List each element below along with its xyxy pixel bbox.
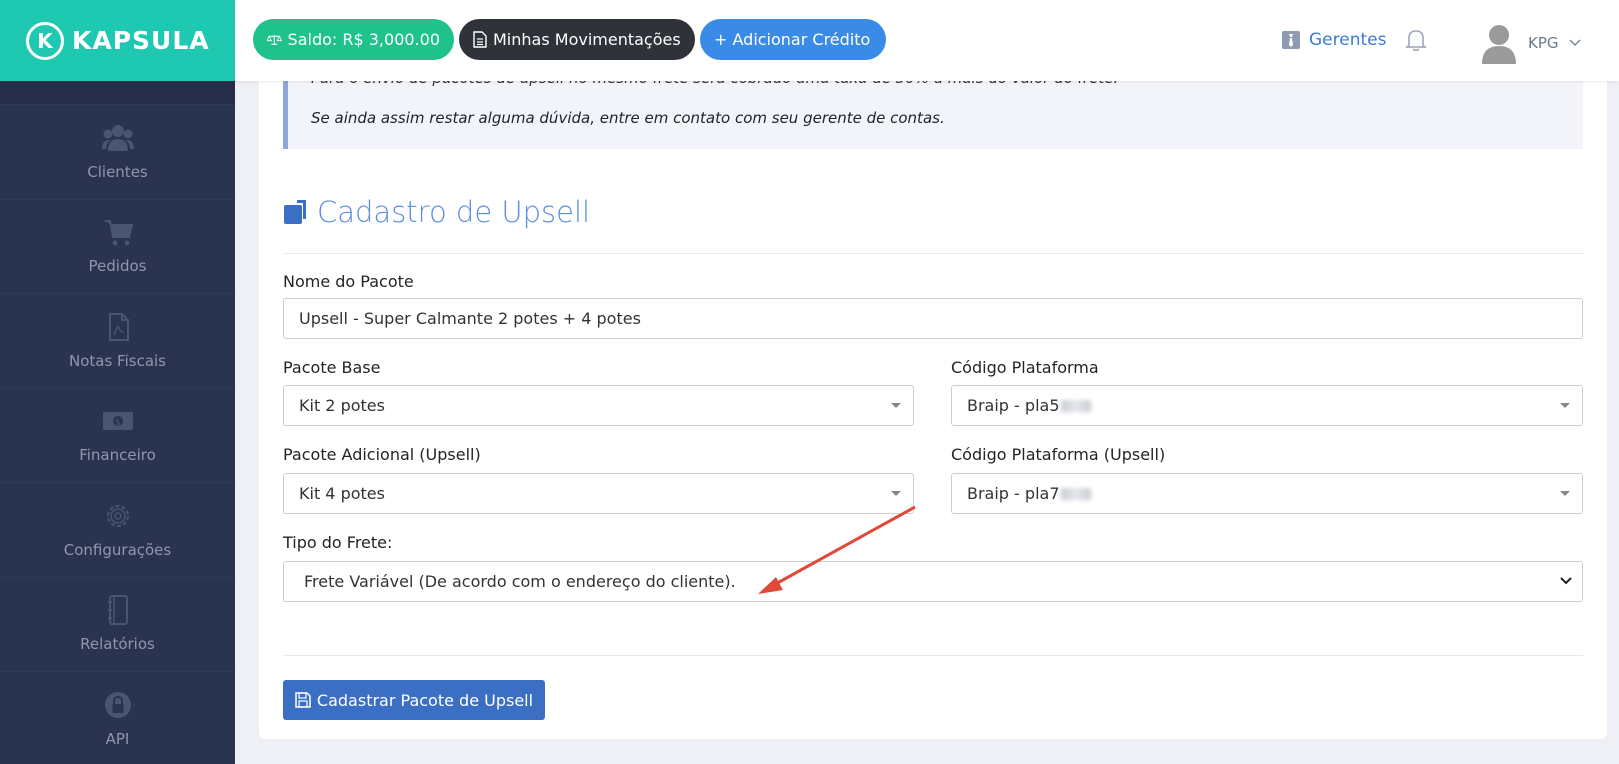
divider: [283, 655, 1583, 656]
sidebar-item-label: Notas Fiscais: [69, 351, 166, 370]
package-name-input[interactable]: Upsell - Super Calmante 2 potes + 4 pote…: [283, 298, 1583, 339]
notebook-icon: [107, 595, 128, 626]
sidebar-item-pedidos[interactable]: Pedidos: [0, 198, 235, 294]
users-icon: [101, 124, 134, 151]
id-badge-icon: [1282, 31, 1300, 49]
save-icon: [295, 692, 311, 708]
divider: [283, 253, 1583, 254]
gear-icon: [106, 504, 129, 527]
kapsula-logo-icon: K: [26, 21, 64, 60]
sidebar-item-financeiro[interactable]: $ Financeiro: [0, 387, 235, 483]
package-name-value: Upsell - Super Calmante 2 potes + 4 pote…: [299, 309, 641, 328]
platform-code-value: Braip - pla5: [967, 396, 1060, 415]
sidebar-item-label: Configurações: [63, 540, 172, 559]
package-name-label: Nome do Pacote: [283, 272, 414, 291]
add-credit-label: + Adicionar Crédito: [714, 30, 871, 49]
notifications-bell-icon[interactable]: [1405, 28, 1427, 56]
info-notice: Para o envio de pacotes de upsell no mes…: [283, 69, 1583, 149]
caret-down-icon: [1560, 491, 1570, 496]
sidebar-item-configuracoes[interactable]: Configurações: [0, 482, 235, 577]
addon-package-value: Kit 4 potes: [299, 484, 385, 503]
shipping-type-select[interactable]: Frete Variável (De acordo com o endereço…: [283, 561, 1583, 602]
sidebar-item-api[interactable]: API: [0, 671, 235, 764]
lock-icon: [104, 691, 131, 718]
sidebar-item-notas-fiscais[interactable]: Notas Fiscais: [0, 293, 235, 388]
platform-code-label: Código Plataforma: [951, 358, 1099, 377]
cart-icon: [104, 220, 133, 246]
sidebar-item-clientes[interactable]: Clientes: [0, 104, 235, 199]
caret-down-icon: [891, 403, 901, 408]
platform-code-upsell-value: Braip - pla7: [967, 484, 1060, 503]
balance-button[interactable]: Saldo: R$ 3,000.00: [253, 19, 454, 60]
user-menu[interactable]: KPG: [1480, 22, 1581, 64]
submit-label: Cadastrar Pacote de Upsell: [316, 690, 534, 710]
chevron-down-icon: [1560, 577, 1572, 585]
caret-down-icon: [891, 491, 901, 496]
movements-label: Minhas Movimentações: [493, 30, 681, 49]
base-package-label: Pacote Base: [283, 358, 381, 377]
redacted-text: [1060, 399, 1091, 412]
redacted-text: [1060, 487, 1091, 500]
platform-code-upsell-label: Código Plataforma (Upsell): [951, 445, 1166, 464]
sidebar: K KAPSULA Clientes Pedidos Notas Fiscais…: [0, 0, 235, 764]
addon-package-select[interactable]: Kit 4 potes: [283, 473, 914, 514]
sidebar-item-label: Pedidos: [88, 257, 147, 276]
sidebar-spacer: [0, 81, 235, 104]
user-name: KPG: [1528, 34, 1559, 52]
caret-down-icon: [1560, 403, 1570, 408]
section-title: Cadastro de Upsell: [283, 195, 590, 229]
money-icon: $: [102, 412, 133, 431]
document-icon: [473, 31, 487, 48]
svg-text:$: $: [115, 418, 121, 428]
addon-package-label: Pacote Adicional (Upsell): [283, 445, 481, 464]
sidebar-item-label: API: [105, 729, 130, 748]
sidebar-item-label: Financeiro: [79, 446, 156, 465]
chevron-down-icon: [1568, 39, 1581, 47]
platform-code-select[interactable]: Braip - pla5: [951, 385, 1583, 426]
shipping-type-value: Frete Variável (De acordo com o endereço…: [304, 572, 736, 591]
base-package-value: Kit 2 potes: [299, 396, 385, 415]
managers-link[interactable]: Gerentes: [1281, 30, 1386, 50]
brand-name: KAPSULA: [72, 26, 210, 55]
sidebar-item-label: Clientes: [87, 162, 148, 181]
base-package-select[interactable]: Kit 2 potes: [283, 385, 914, 426]
balance-label: Saldo: R$ 3,000.00: [287, 30, 440, 49]
sidebar-item-relatorios[interactable]: Relatórios: [0, 576, 235, 672]
edit-square-icon: [284, 200, 306, 224]
shipping-type-label: Tipo do Frete:: [283, 533, 393, 552]
movements-button[interactable]: Minhas Movimentações: [459, 19, 695, 60]
pdf-file-icon: [108, 312, 129, 341]
avatar: [1482, 25, 1516, 64]
scale-icon: [267, 34, 282, 45]
sidebar-item-label: Relatórios: [80, 635, 155, 654]
upsell-form-card: Para o envio de pacotes de upsell no mes…: [259, 69, 1607, 739]
platform-code-upsell-select[interactable]: Braip - pla7: [951, 473, 1583, 514]
managers-label: Gerentes: [1309, 30, 1387, 50]
notice-text: Se ainda assim restar alguma dúvida, ent…: [311, 109, 945, 127]
brand-header[interactable]: K KAPSULA: [0, 0, 235, 81]
submit-upsell-button[interactable]: Cadastrar Pacote de Upsell: [283, 680, 545, 720]
add-credit-button[interactable]: + Adicionar Crédito: [700, 19, 886, 60]
top-bar: Saldo: R$ 3,000.00 Minhas Movimentações …: [235, 0, 1619, 81]
